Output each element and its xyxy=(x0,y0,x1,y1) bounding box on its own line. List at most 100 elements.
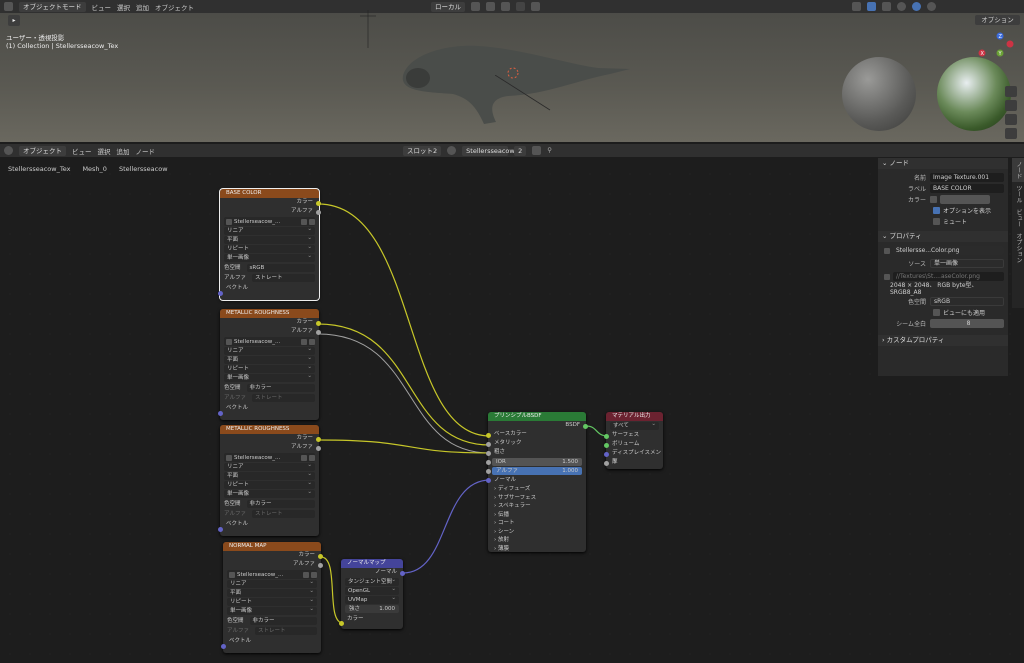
breadcrumb-mesh[interactable]: Mesh_0 xyxy=(82,165,107,173)
node-color-swatch[interactable] xyxy=(940,195,990,204)
material-shading-icon[interactable] xyxy=(912,2,921,11)
editor-type-icon[interactable] xyxy=(4,2,13,11)
colorspace-dropdown[interactable]: 非カラー xyxy=(249,617,317,625)
section-specular[interactable]: › スペキュラー xyxy=(488,502,586,511)
view-as-render-checkbox[interactable] xyxy=(933,309,940,316)
alpha-socket[interactable] xyxy=(318,563,323,568)
xray-icon[interactable] xyxy=(882,2,891,11)
source-dropdown[interactable]: 単一画像 xyxy=(930,259,1004,268)
node-menu-node[interactable]: ノード xyxy=(136,146,156,156)
snap-icon[interactable] xyxy=(486,2,495,11)
colorspace-dropdown[interactable]: sRGB xyxy=(930,297,1004,306)
vector-socket[interactable] xyxy=(221,644,226,649)
interpolation-dropdown[interactable]: リニア xyxy=(224,345,315,355)
vector-socket[interactable] xyxy=(218,291,223,296)
normal-input-socket[interactable] xyxy=(486,478,491,483)
material-users-count[interactable]: 2 xyxy=(514,145,527,156)
section-coat[interactable]: › コート xyxy=(488,519,586,528)
node-menu-select[interactable]: 選択 xyxy=(98,146,111,156)
interpolation-dropdown[interactable]: リニア xyxy=(227,578,317,588)
mode-dropdown[interactable]: オブジェクトモード xyxy=(19,1,86,12)
pivot-icon[interactable] xyxy=(471,2,480,11)
material-name-field[interactable]: Stellersseacow xyxy=(462,145,515,156)
strength-slider[interactable]: 強さ 1.000 xyxy=(345,605,399,613)
vector-socket[interactable] xyxy=(218,527,223,532)
projection-dropdown[interactable]: 平面 xyxy=(227,587,317,597)
breadcrumb-material[interactable]: Stellersseacow xyxy=(119,165,168,173)
source-dropdown[interactable]: 単一画像 xyxy=(224,488,315,498)
shader-type-dropdown[interactable]: オブジェクト xyxy=(19,145,66,156)
menu-view[interactable]: ビュー xyxy=(92,2,112,12)
alpha-mode-dropdown[interactable]: ストレート xyxy=(251,274,315,282)
displacement-socket[interactable] xyxy=(604,452,609,457)
custom-properties-header[interactable]: › カスタムプロパティ xyxy=(878,335,1008,346)
pin-icon[interactable]: ⚲ xyxy=(547,146,556,155)
node-header[interactable]: ノーマルマップ xyxy=(341,559,403,568)
surface-socket[interactable] xyxy=(604,434,609,439)
proportional-icon[interactable] xyxy=(501,2,510,11)
solid-shading-icon[interactable] xyxy=(897,2,906,11)
select-tool-icon[interactable]: ▸ xyxy=(8,15,20,26)
section-thin-film[interactable]: › 薄膜 xyxy=(488,545,586,554)
options-dropdown[interactable]: オプション xyxy=(975,15,1020,25)
editor-type-icon[interactable] xyxy=(4,146,13,155)
node-header[interactable]: NORMAL MAP xyxy=(223,542,321,551)
projection-dropdown[interactable]: 平面 xyxy=(224,470,315,480)
source-dropdown[interactable]: 単一画像 xyxy=(224,252,315,262)
menu-select[interactable]: 選択 xyxy=(117,2,130,12)
tab-node[interactable]: ノード xyxy=(1012,158,1024,182)
base-color-node[interactable]: BASE COLOR カラー アルファ Stellerseacow_... リニ… xyxy=(218,188,321,301)
use-color-checkbox[interactable] xyxy=(930,196,937,203)
alpha-socket[interactable] xyxy=(316,210,321,215)
ior-socket[interactable] xyxy=(486,460,491,465)
play-icon[interactable] xyxy=(516,2,525,11)
section-subsurface[interactable]: › サブサーフェス xyxy=(488,494,586,503)
target-dropdown[interactable]: すべて xyxy=(610,420,659,430)
image-icon[interactable] xyxy=(884,247,890,254)
material-browse-icon[interactable] xyxy=(447,146,457,155)
node-header[interactable]: プリンシプルBSDF xyxy=(488,412,586,421)
tab-options[interactable]: オプション xyxy=(1012,230,1024,266)
metallic-roughness-node-1[interactable]: METALLIC ROUGHNESS カラー アルファ Stellerseaco… xyxy=(218,309,321,420)
pan-icon[interactable] xyxy=(1005,100,1017,111)
metallic-roughness-node-2[interactable]: METALLIC ROUGHNESS カラー アルファ Stellerseaco… xyxy=(218,425,321,536)
alpha-slider[interactable]: アルファ 1.000 xyxy=(492,467,582,475)
ior-slider[interactable]: IOR 1.500 xyxy=(492,458,582,466)
tiles-field[interactable]: 8 xyxy=(930,319,1004,328)
material-output-node[interactable]: マテリアル出力 すべて サーフェス ボリューム ディスプレイスメント 厚 xyxy=(604,412,663,469)
menu-object[interactable]: オブジェクト xyxy=(155,2,194,12)
normal-map-node[interactable]: ノーマルマップ ノーマル タンジェント空間 OpenGL UVMap 強さ1.0… xyxy=(339,559,405,629)
interpolation-dropdown[interactable]: リニア xyxy=(224,225,315,235)
tab-view[interactable]: ビュー xyxy=(1012,206,1024,230)
color-input-socket[interactable] xyxy=(339,621,344,626)
projection-dropdown[interactable]: 平面 xyxy=(224,234,315,244)
section-diffuse[interactable]: › ディフューズ xyxy=(488,485,586,494)
node-header[interactable]: METALLIC ROUGHNESS xyxy=(220,425,319,434)
image-selector[interactable]: Stellerseacow_... xyxy=(224,217,315,226)
transform-orientation-dropdown[interactable]: ローカル xyxy=(431,1,465,12)
node-menu-view[interactable]: ビュー xyxy=(72,146,92,156)
alpha-mode-dropdown[interactable]: ストレート xyxy=(251,510,315,518)
color-socket[interactable] xyxy=(316,201,321,206)
principled-bsdf-node[interactable]: プリンシプルBSDF BSDF ベースカラー メタリック 粗さ IOR 1.500… xyxy=(486,412,588,554)
extension-dropdown[interactable]: リピート xyxy=(224,243,315,253)
color-socket[interactable] xyxy=(318,554,323,559)
volume-socket[interactable] xyxy=(604,443,609,448)
image-selector[interactable]: Stellerseacow_... xyxy=(227,570,317,579)
alpha-input-socket[interactable] xyxy=(486,469,491,474)
node-menu-add[interactable]: 追加 xyxy=(117,146,130,156)
interpolation-dropdown[interactable]: リニア xyxy=(224,461,315,471)
node-name-field[interactable]: Image Texture.001 xyxy=(930,173,1004,182)
camera-icon[interactable] xyxy=(531,2,540,11)
colorspace-dropdown[interactable]: sRGB xyxy=(246,264,315,272)
image-selector[interactable]: Stellerseacow_... xyxy=(224,337,315,346)
overlay-icon[interactable] xyxy=(867,2,876,11)
extension-dropdown[interactable]: リピート xyxy=(227,596,317,606)
color-socket[interactable] xyxy=(316,437,321,442)
navigation-gizmo[interactable]: Z X Y xyxy=(970,30,1020,60)
normal-socket[interactable] xyxy=(400,571,405,576)
grid-view-icon[interactable] xyxy=(1005,128,1017,139)
node-label-field[interactable]: BASE COLOR xyxy=(930,184,1004,193)
rendered-shading-icon[interactable] xyxy=(927,2,936,11)
normal-map-image-node[interactable]: NORMAL MAP カラー アルファ Stellerseacow_... リニ… xyxy=(221,542,323,653)
